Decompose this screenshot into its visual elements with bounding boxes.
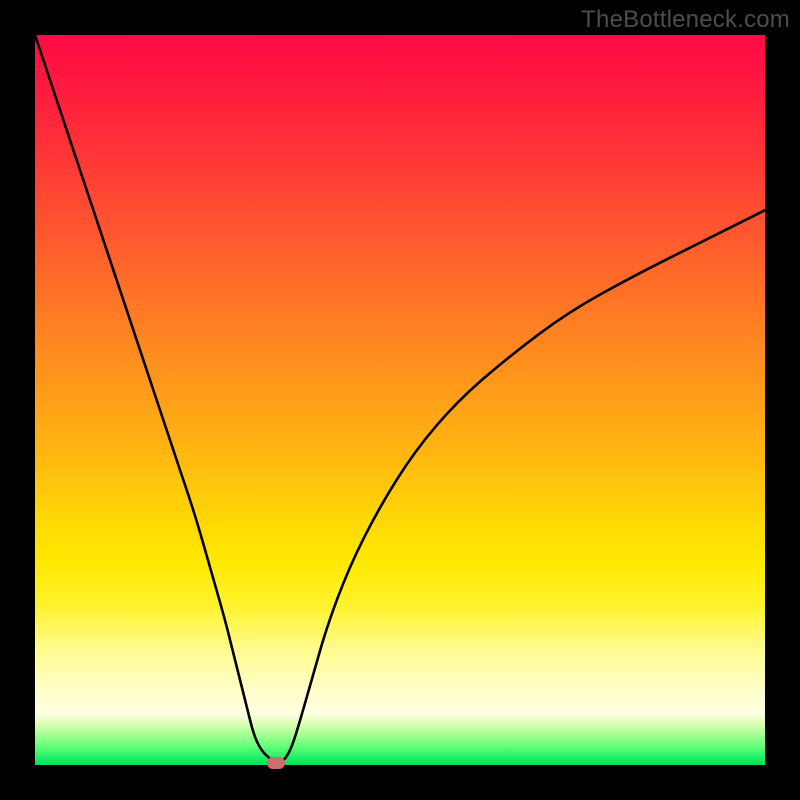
chart-frame: TheBottleneck.com (0, 0, 800, 800)
minimum-marker (267, 757, 285, 769)
bottleneck-curve (35, 35, 765, 765)
plot-area (35, 35, 765, 765)
watermark-text: TheBottleneck.com (581, 6, 790, 34)
